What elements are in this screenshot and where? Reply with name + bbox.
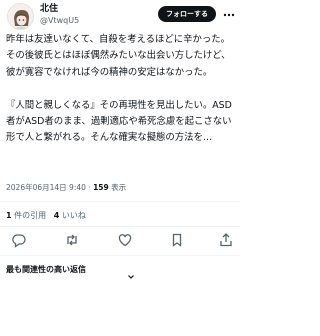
author-name[interactable]: 北住 (40, 4, 58, 15)
tweet-timestamp[interactable]: 2026年06月14日 9:40 (6, 183, 86, 192)
quotes-label: 件の引用 (14, 211, 47, 220)
share-icon[interactable] (218, 232, 234, 248)
replies-sort-label[interactable]: 最も関連性の高い返信 (6, 264, 86, 276)
divider (0, 255, 240, 256)
chevron-down-icon[interactable] (127, 266, 135, 279)
follow-button[interactable]: フォローする (158, 6, 216, 22)
divider (0, 226, 240, 227)
meta-separator: · (85, 183, 94, 192)
retweet-icon[interactable] (64, 232, 80, 248)
avatar[interactable] (7, 3, 34, 30)
tweet-text: 昨年は友達いなくて、自殺を考えるほどに辛かった。その後彼氏とはほぼ偶然みたいな出… (6, 34, 232, 144)
views-label: 表示 (108, 183, 127, 192)
tweet-meta: 2026年06月14日 9:40 · 159 表示 (6, 183, 126, 193)
reply-icon[interactable] (11, 232, 27, 248)
views-count: 159 (93, 183, 109, 192)
likes-label: いいね (61, 211, 86, 220)
likes-stat[interactable]: 4 いいね (54, 211, 86, 220)
avatar-illustration (8, 4, 33, 29)
divider (0, 201, 240, 202)
tweet-header: 北住 @VtwqU5 フォローする (0, 0, 240, 32)
like-icon[interactable] (117, 232, 133, 248)
likes-count: 4 (53, 211, 60, 220)
quotes-count: 1 (6, 211, 12, 220)
quotes-stat[interactable]: 1 件の引用 (6, 211, 46, 220)
engagement-stats: 1 件の引用 4 いいね (6, 210, 86, 221)
more-options-icon[interactable] (222, 7, 236, 21)
bookmark-icon[interactable] (169, 232, 185, 248)
author-handle[interactable]: @VtwqU5 (40, 16, 79, 26)
